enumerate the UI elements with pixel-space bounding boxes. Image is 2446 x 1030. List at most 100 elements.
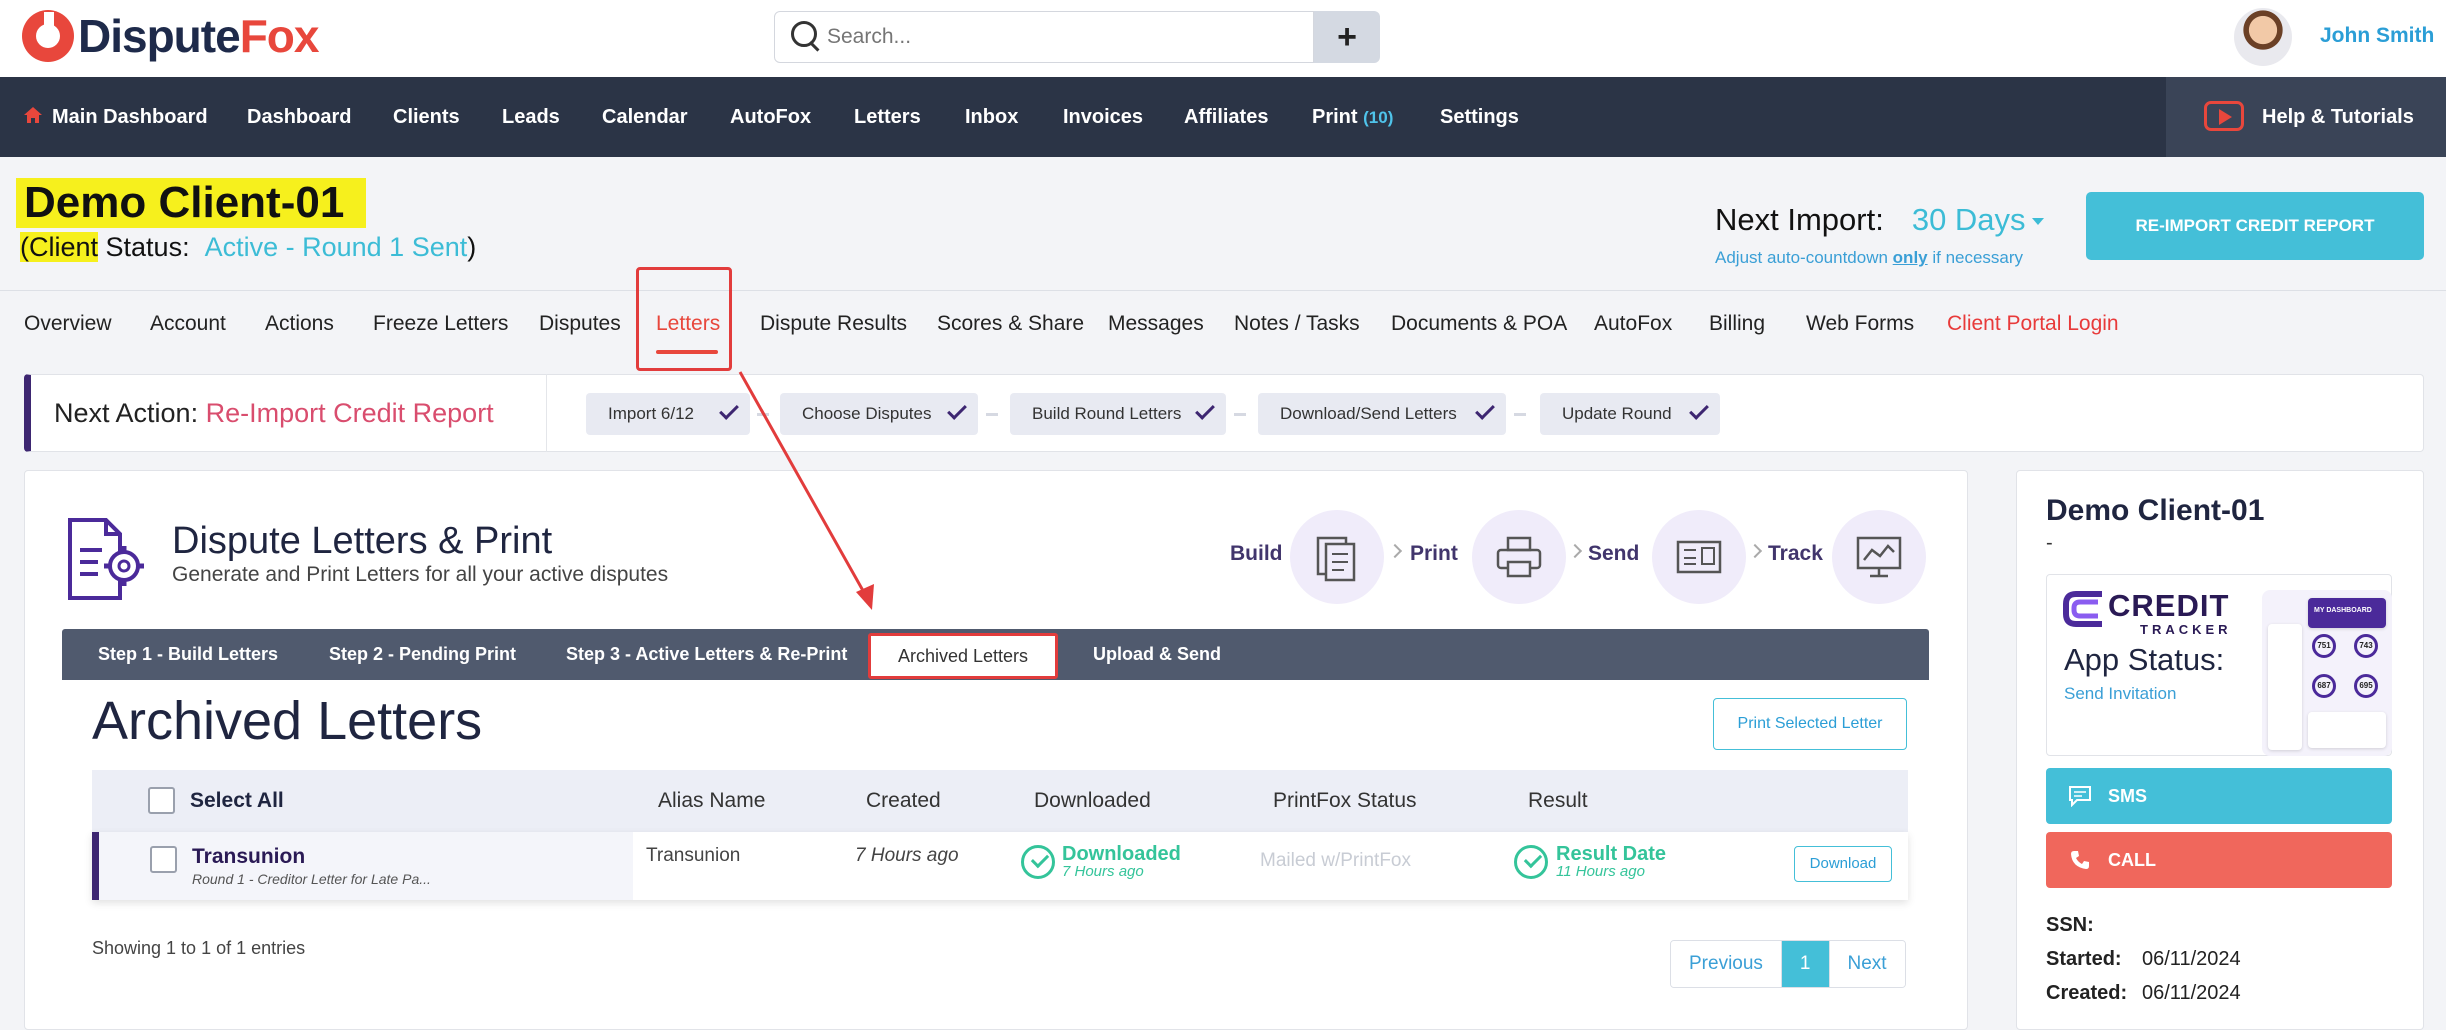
- tab-overview[interactable]: Overview: [24, 312, 112, 336]
- call-label: CALL: [2108, 850, 2156, 870]
- row-bureau[interactable]: Transunion: [192, 845, 305, 869]
- col-created: Created: [866, 789, 941, 812]
- send-icon: [1652, 510, 1746, 604]
- check-icon: [1689, 400, 1709, 420]
- tab-upload-send[interactable]: Upload & Send: [1093, 629, 1221, 680]
- side-client-subtitle: -: [2046, 532, 2053, 554]
- flow-build-label: Build: [1230, 542, 1283, 565]
- logo-text-dispute: Dispute: [78, 10, 241, 62]
- nav-calendar[interactable]: Calendar: [602, 77, 688, 157]
- app-preview-header-text: MY DASHBOARD: [2314, 607, 2372, 614]
- tab-client-portal-login[interactable]: Client Portal Login: [1947, 312, 2119, 336]
- sms-label: SMS: [2108, 786, 2148, 806]
- avatar[interactable]: [2234, 8, 2292, 66]
- select-all-checkbox[interactable]: [148, 787, 175, 814]
- next-action: Next Action: Re-Import Credit Report: [54, 398, 494, 429]
- print-selected-letter-button[interactable]: Print Selected Letter: [1713, 698, 1907, 750]
- next-import: Next Import: 30 Days: [1715, 202, 2044, 238]
- app-status-label: App Status:: [2064, 642, 2225, 677]
- check-circle-icon: [1514, 845, 1548, 879]
- step-import[interactable]: Import 6/12: [586, 393, 750, 435]
- col-printfox-status: PrintFox Status: [1273, 789, 1417, 812]
- client-status: (Client Status: Active - Round 1 Sent): [20, 232, 476, 263]
- step-update-round[interactable]: Update Round: [1540, 393, 1720, 435]
- home-icon: [24, 107, 42, 123]
- select-all-label[interactable]: Select All: [190, 789, 284, 813]
- score-ring: 687: [2312, 674, 2336, 698]
- check-icon: [1195, 400, 1215, 420]
- tab-autofox[interactable]: AutoFox: [1594, 312, 1672, 336]
- nav-inbox[interactable]: Inbox: [965, 77, 1018, 157]
- user-name[interactable]: John Smith: [2320, 24, 2434, 48]
- help-tutorials-button[interactable]: Help & Tutorials: [2166, 77, 2446, 157]
- step-label: Build Round Letters: [1032, 404, 1182, 423]
- pagination-page-1[interactable]: 1: [1780, 941, 1830, 987]
- tab-step2-pending-print[interactable]: Step 2 - Pending Print: [329, 629, 516, 680]
- next-action-value[interactable]: Re-Import Credit Report: [206, 398, 494, 428]
- col-result: Result: [1528, 789, 1588, 812]
- app-preview-header: MY DASHBOARD: [2308, 598, 2386, 628]
- pagination-previous[interactable]: Previous: [1671, 941, 1781, 987]
- col-downloaded: Downloaded: [1034, 789, 1151, 812]
- logo-text-fox: Fox: [239, 10, 320, 62]
- nav-autofox[interactable]: AutoFox: [730, 77, 811, 157]
- next-import-dropdown[interactable]: 30 Days: [1912, 202, 2044, 237]
- next-action-label: Next Action:: [54, 398, 199, 428]
- sms-button[interactable]: SMS: [2046, 768, 2392, 824]
- step-choose-disputes[interactable]: Choose Disputes: [780, 393, 978, 435]
- row-alias: Transunion: [646, 845, 741, 866]
- score-ring: 743: [2354, 634, 2378, 658]
- tab-dispute-results[interactable]: Dispute Results: [760, 312, 907, 336]
- row-downloaded-ago: 7 Hours ago: [1062, 863, 1144, 880]
- tab-actions[interactable]: Actions: [265, 312, 334, 336]
- nav-main-dashboard[interactable]: Main Dashboard: [52, 77, 208, 157]
- call-button[interactable]: CALL: [2046, 832, 2392, 888]
- row-checkbox[interactable]: [150, 846, 177, 873]
- chat-icon: [2069, 786, 2091, 807]
- nav-invoices[interactable]: Invoices: [1063, 77, 1143, 157]
- tab-messages[interactable]: Messages: [1108, 312, 1204, 336]
- tab-step1-build-letters[interactable]: Step 1 - Build Letters: [98, 629, 278, 680]
- tab-web-forms[interactable]: Web Forms: [1806, 312, 1914, 336]
- nav-clients[interactable]: Clients: [393, 77, 460, 157]
- tab-notes-tasks[interactable]: Notes / Tasks: [1234, 312, 1360, 336]
- nav-affiliates[interactable]: Affiliates: [1184, 77, 1268, 157]
- app-preview-image: MY DASHBOARD 751 743 687 695: [2262, 590, 2392, 756]
- search-icon[interactable]: [787, 17, 827, 57]
- pagination: Previous 1 Next: [1670, 940, 1906, 988]
- nav-dashboard[interactable]: Dashboard: [247, 77, 351, 157]
- step-download-send-letters[interactable]: Download/Send Letters: [1258, 393, 1506, 435]
- tab-scores-share[interactable]: Scores & Share: [937, 312, 1084, 336]
- check-icon: [1475, 400, 1495, 420]
- tab-archived-letters[interactable]: Archived Letters: [868, 633, 1058, 679]
- reimport-credit-report-button[interactable]: RE-IMPORT CREDIT REPORT: [2086, 192, 2424, 260]
- nav-letters[interactable]: Letters: [854, 77, 921, 157]
- send-invitation-link[interactable]: Send Invitation: [2064, 684, 2176, 704]
- step-build-round-letters[interactable]: Build Round Letters: [1010, 393, 1226, 435]
- tab-disputes[interactable]: Disputes: [539, 312, 621, 336]
- pagination-next[interactable]: Next: [1829, 941, 1905, 987]
- score-ring: 751: [2312, 634, 2336, 658]
- nav-print[interactable]: Print (10): [1312, 77, 1393, 157]
- nav-settings[interactable]: Settings: [1440, 77, 1519, 157]
- download-button[interactable]: Download: [1794, 846, 1892, 882]
- tab-billing[interactable]: Billing: [1709, 312, 1765, 336]
- adjust-countdown-note: Adjust auto-countdown only if necessary: [1715, 248, 2023, 268]
- created-label: Created:: [2046, 982, 2128, 1004]
- ssn-label: SSN:: [2046, 914, 2094, 936]
- tab-step3-active-letters[interactable]: Step 3 - Active Letters & Re-Print: [566, 629, 847, 680]
- started-label: Started:: [2046, 948, 2122, 970]
- tab-documents-poa[interactable]: Documents & POA: [1391, 312, 1567, 336]
- next-action-divider: [546, 374, 547, 452]
- nav-print-label: Print: [1312, 106, 1358, 128]
- app-preview-sidebar: [2268, 624, 2302, 750]
- nav-leads[interactable]: Leads: [502, 77, 560, 157]
- printer-icon: [1472, 510, 1566, 604]
- caret-down-icon: [2031, 218, 2044, 226]
- search-input[interactable]: [827, 25, 1297, 49]
- tab-account[interactable]: Account: [150, 312, 226, 336]
- tab-freeze-letters[interactable]: Freeze Letters: [373, 312, 508, 336]
- disputefox-logo[interactable]: Dispute Fox: [22, 6, 320, 66]
- step-connector: [757, 413, 769, 416]
- quick-add-button[interactable]: +: [1314, 11, 1380, 63]
